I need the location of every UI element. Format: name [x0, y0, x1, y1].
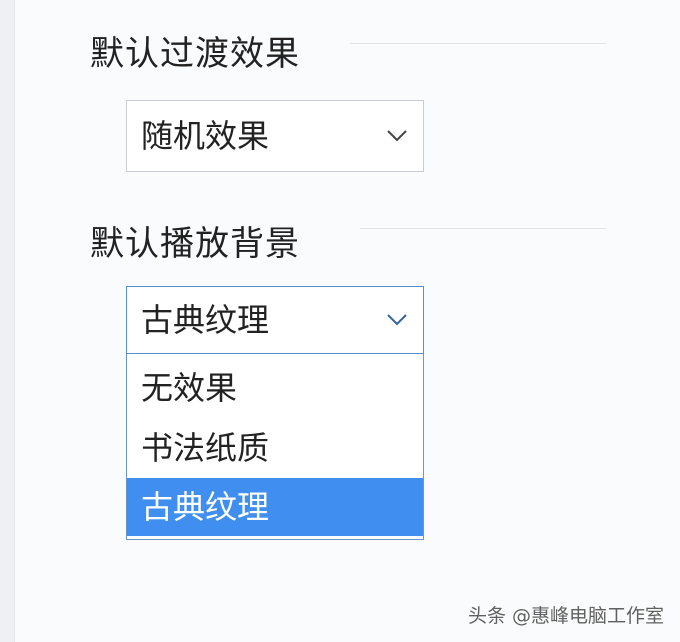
default-transition-divider: [350, 43, 606, 44]
background-options-dropdown: 无效果 书法纸质 古典纹理: [126, 354, 424, 540]
default-background-divider: [360, 228, 606, 229]
chevron-down-icon[interactable]: [387, 130, 407, 142]
settings-page: 默认过渡效果 随机效果 默认播放背景 古典纹理 无效果 书法纸质 古典纹理 头条…: [0, 0, 680, 642]
default-transition-label: 默认过渡效果: [90, 34, 300, 74]
background-option-classic-texture-selected[interactable]: 古典纹理: [127, 478, 423, 536]
background-option-calligraphy-paper[interactable]: 书法纸质: [127, 418, 423, 478]
default-background-select[interactable]: 古典纹理: [126, 286, 424, 354]
default-background-label: 默认播放背景: [90, 224, 300, 264]
chevron-down-icon[interactable]: [387, 314, 407, 326]
default-background-selected-value: 古典纹理: [141, 301, 270, 339]
default-transition-select[interactable]: 随机效果: [126, 100, 424, 172]
background-option-no-effect[interactable]: 无效果: [127, 358, 423, 418]
default-transition-selected-value: 随机效果: [141, 117, 270, 155]
watermark: 头条 @惠峰电脑工作室: [467, 605, 664, 627]
left-rail: [0, 0, 15, 642]
